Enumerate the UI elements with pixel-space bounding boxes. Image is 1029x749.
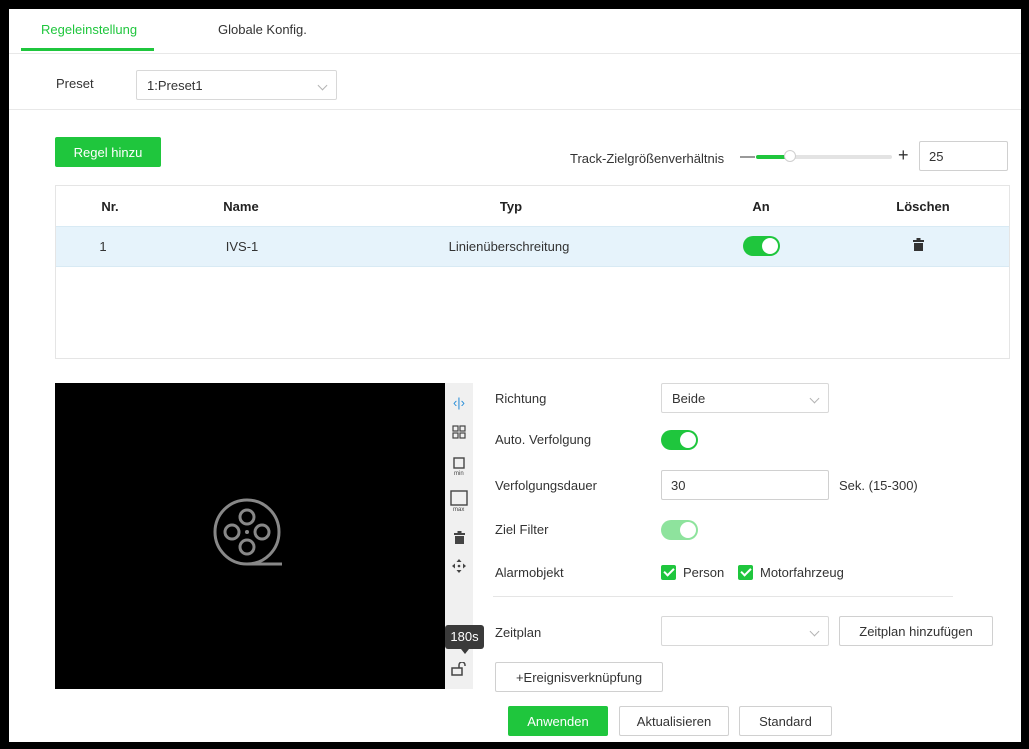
motorfahrzeug-label[interactable]: Motorfahrzeug [760,565,844,580]
preset-row: Preset 1:Preset1 [9,53,1021,110]
track-ratio-label: Track-Zielgrößenverhältnis [570,151,725,166]
svg-text:min: min [454,471,464,476]
track-ratio-slider[interactable] [756,150,892,162]
zeitplan-add-button[interactable]: Zeitplan hinzufügen [839,616,993,646]
tab-globale-konfig[interactable]: Globale Konfig. [218,22,307,37]
row-name: IVS-1 [225,239,259,254]
zeitplan-label: Zeitplan [495,625,542,640]
column-header-loeschen: Löschen [896,199,950,214]
tooltip-arrow [461,649,469,654]
divider [493,596,953,597]
active-tab-indicator [21,48,154,51]
grid-select-icon[interactable] [445,425,473,442]
video-preview[interactable] [55,383,445,689]
trash-icon[interactable] [445,531,473,547]
person-label[interactable]: Person [683,565,724,580]
preset-value: 1:Preset1 [147,78,203,93]
ziel-filter-toggle [661,520,698,540]
default-button[interactable]: Standard [739,706,832,736]
column-header-nr: Nr. [101,199,119,214]
richtung-select[interactable]: Beide [661,383,829,413]
verfolgungsdauer-unit: Sek. (15-300) [839,478,918,493]
preset-select[interactable]: 1:Preset1 [136,70,337,100]
auto-verfolgung-toggle[interactable] [661,430,698,450]
tab-bar: Regeleinstellung Globale Konfig. [9,9,1021,54]
chevron-down-icon [317,80,328,91]
zeitplan-select[interactable] [661,616,829,646]
lock-open-icon[interactable] [445,661,473,679]
film-reel-icon [213,498,282,566]
move-icon[interactable] [445,559,473,576]
alarmobjekt-label: Alarmobjekt [495,565,564,580]
table-header: Nr. Name Typ An Löschen [56,186,1009,226]
plus-icon[interactable]: + [898,146,909,164]
motorfahrzeug-checkbox[interactable] [738,565,753,580]
rules-table: Nr. Name Typ An Löschen 1 IVS-1 Linienüb… [55,185,1010,359]
svg-text:max: max [453,507,464,512]
table-row[interactable]: 1 IVS-1 Linienüberschreitung [56,226,1009,267]
add-rule-button[interactable]: Regel hinzu [55,137,161,167]
person-checkbox[interactable] [661,565,676,580]
min-size-icon[interactable]: min [445,456,473,479]
richtung-value: Beide [672,391,706,406]
column-header-typ: Typ [499,199,523,214]
preset-label: Preset [56,76,94,91]
column-header-name: Name [223,199,259,214]
trash-icon[interactable] [913,238,924,254]
apply-button[interactable]: Anwenden [508,706,608,736]
chevron-down-icon [809,626,820,637]
row-typ: Linienüberschreitung [448,239,570,254]
direction-arrows-icon[interactable]: ‹|› [445,395,473,410]
max-size-icon[interactable]: max [445,490,473,515]
verfolgungsdauer-input[interactable] [661,470,829,500]
tab-regeleinstellung[interactable]: Regeleinstellung [41,22,137,37]
slider-thumb[interactable] [784,150,796,162]
tooltip: 180s [445,625,484,649]
minus-icon[interactable]: — [740,148,755,166]
column-header-an: An [752,199,770,214]
refresh-button[interactable]: Aktualisieren [619,706,729,736]
rule-enable-toggle[interactable] [743,236,780,256]
track-ratio-input[interactable] [919,141,1008,171]
row-nr: 1 [99,239,107,254]
auto-verfolgung-label: Auto. Verfolgung [495,432,592,447]
ziel-filter-label: Ziel Filter [495,522,549,537]
verfolgungsdauer-label: Verfolgungsdauer [495,478,597,493]
main-panel: Regeleinstellung Globale Konfig. Preset … [9,9,1021,742]
richtung-label: Richtung [495,391,547,406]
event-link-button[interactable]: +Ereignisverknüpfung [495,662,663,692]
chevron-down-icon [809,393,820,404]
